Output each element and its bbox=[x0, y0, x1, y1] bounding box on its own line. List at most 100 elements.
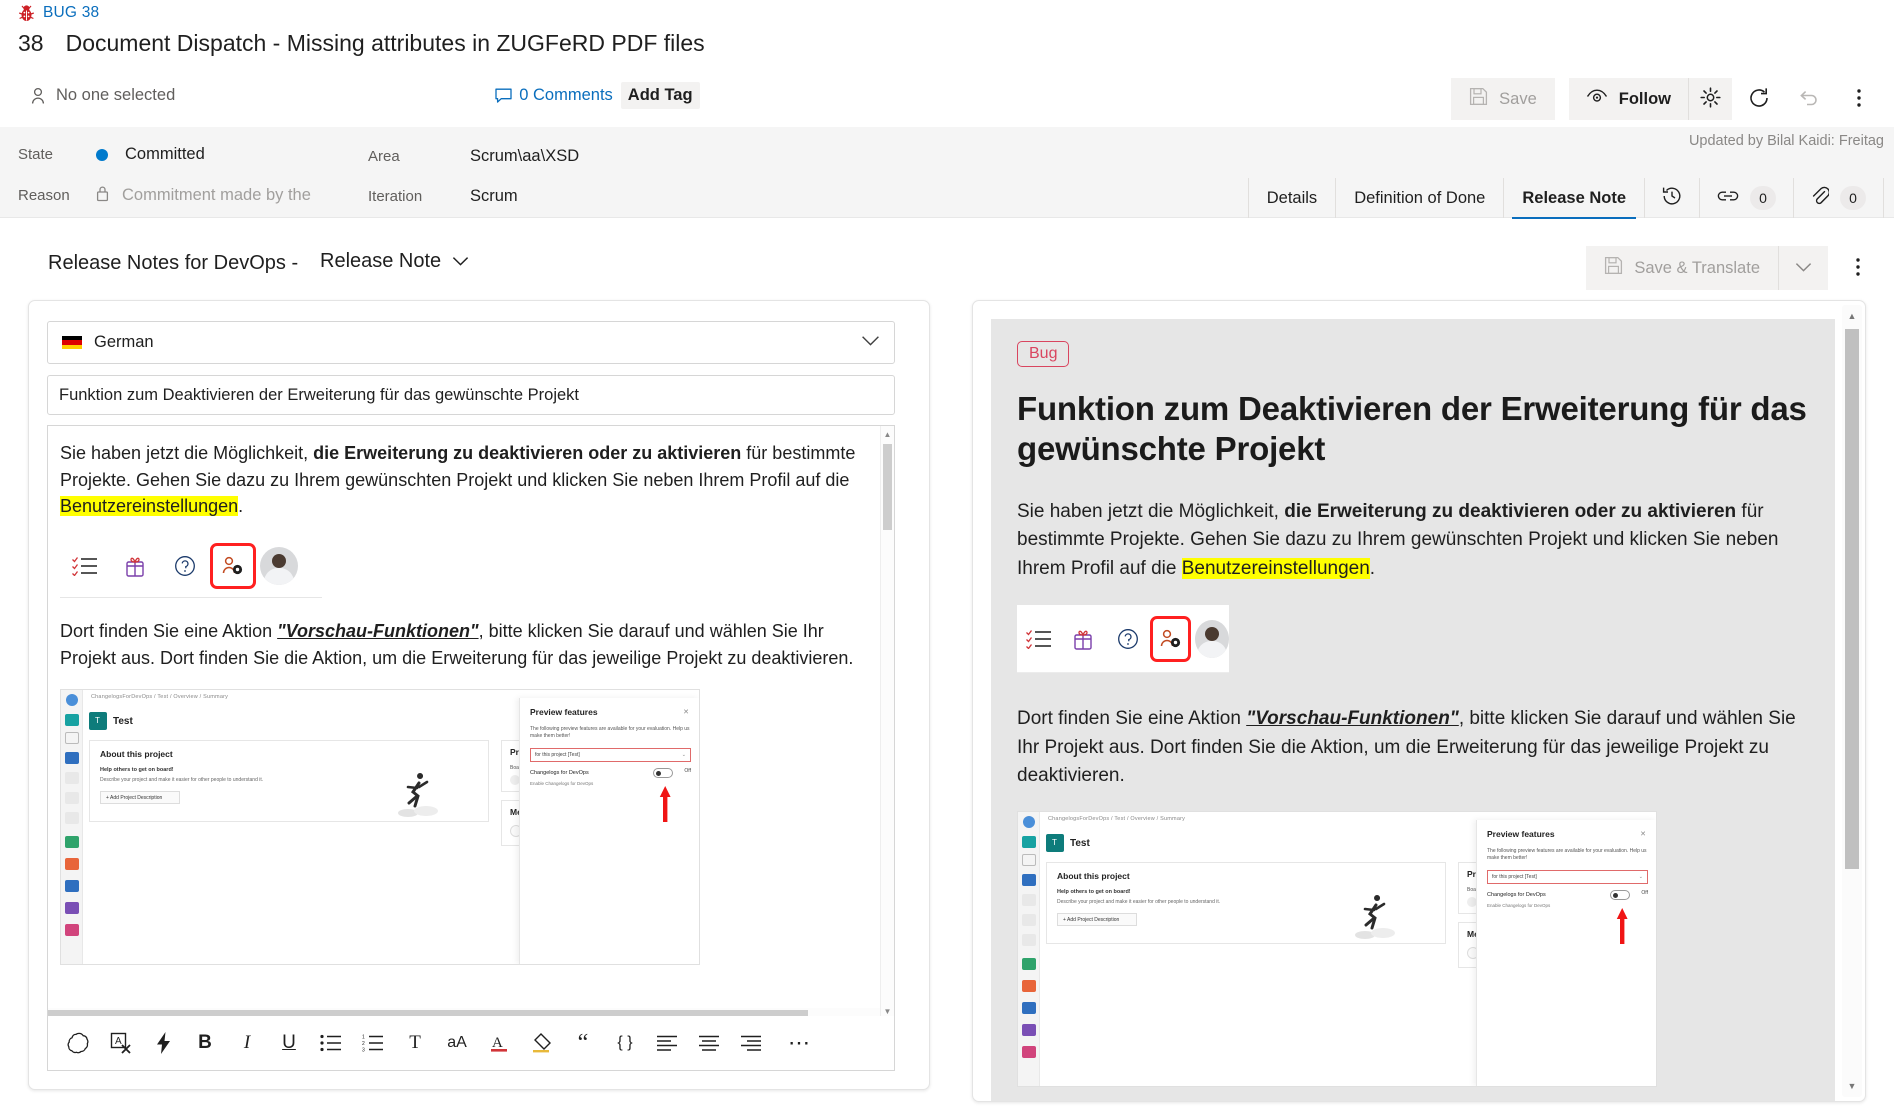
panel-close-icon: ✕ bbox=[1640, 830, 1646, 838]
pv-p2-link[interactable]: "Vorschau-Funktionen" bbox=[1246, 708, 1459, 729]
p1-bold: die Erweiterung zu deaktivieren oder zu … bbox=[313, 443, 741, 463]
screenshot-breadcrumb: ChangelogsForDevOps / Test / Overview / … bbox=[1048, 816, 1185, 822]
refresh-button[interactable] bbox=[1736, 78, 1782, 120]
panel-select-value: for this project [Test] bbox=[1492, 874, 1537, 880]
p1-part3: . bbox=[238, 496, 243, 516]
font-color-icon[interactable]: A bbox=[478, 1023, 520, 1063]
help-icon bbox=[160, 543, 210, 589]
preview-type-badge: Bug bbox=[1017, 341, 1069, 367]
preview-vertical-scrollbar[interactable]: ▲ ▼ bbox=[1842, 305, 1862, 1097]
align-center-icon[interactable] bbox=[688, 1023, 730, 1063]
tab-release-note[interactable]: Release Note bbox=[1503, 178, 1644, 218]
svg-text:2: 2 bbox=[362, 1041, 365, 1047]
comments-link[interactable]: 0 Comments bbox=[495, 86, 613, 105]
translate-icon[interactable]: A bbox=[100, 1023, 142, 1063]
panel-description: The following preview features are avail… bbox=[530, 726, 691, 741]
pv-p2-part1: Dort finden Sie eine Aktion bbox=[1017, 708, 1246, 729]
p2-link[interactable]: "Vorschau-Funktionen" bbox=[277, 621, 478, 641]
panel-feature-sub: Enable Changelogs for DevOps bbox=[1487, 903, 1550, 908]
panel-title: Preview features bbox=[530, 707, 598, 717]
iteration-field-value[interactable]: Scrum bbox=[470, 187, 518, 206]
numbered-list-icon[interactable]: 123 bbox=[352, 1023, 394, 1063]
panel-project-select: for this project [Test]⌄ bbox=[530, 748, 691, 762]
more-options-icon[interactable]: ⋯ bbox=[778, 1023, 820, 1063]
p1-highlight: Benutzereinstellungen bbox=[60, 496, 238, 516]
tab-history[interactable] bbox=[1644, 178, 1699, 218]
rich-text-editor[interactable]: Sie haben jetzt die Möglichkeit, die Erw… bbox=[47, 425, 895, 1020]
preview-content: Bug Funktion zum Deaktivieren der Erweit… bbox=[991, 319, 1835, 1101]
user-settings-icon-highlighted bbox=[210, 543, 256, 589]
save-button-label: Save bbox=[1499, 90, 1537, 109]
area-field-label: Area bbox=[368, 148, 446, 165]
bold-icon[interactable]: B bbox=[184, 1023, 226, 1063]
state-field-value[interactable]: Committed bbox=[125, 145, 205, 164]
underline-icon[interactable]: U bbox=[268, 1023, 310, 1063]
area-field-value[interactable]: Scrum\aa\XSD bbox=[470, 147, 579, 166]
screenshot-sidebar-rail bbox=[61, 690, 83, 964]
tab-definition-of-done[interactable]: Definition of Done bbox=[1335, 178, 1503, 218]
scroll-down-arrow-icon[interactable]: ▼ bbox=[1842, 1075, 1862, 1097]
help-icon bbox=[1106, 616, 1150, 662]
tab-links[interactable]: 0 bbox=[1699, 178, 1793, 218]
font-size-icon[interactable]: aA bbox=[436, 1023, 478, 1063]
work-item-title-row: 38 Document Dispatch - Missing attribute… bbox=[18, 30, 705, 57]
more-options-button[interactable] bbox=[1836, 78, 1882, 120]
editor-vertical-scrollbar[interactable]: ▲ ▼ bbox=[880, 426, 894, 1019]
link-icon bbox=[1717, 189, 1739, 208]
preview-scroll-thumb[interactable] bbox=[1845, 329, 1859, 869]
scroll-up-arrow-icon[interactable]: ▲ bbox=[881, 426, 894, 442]
quote-icon[interactable]: “ bbox=[562, 1023, 604, 1063]
tab-attachments[interactable]: 0 bbox=[1793, 178, 1884, 218]
avatar bbox=[1195, 620, 1229, 658]
save-button[interactable]: Save bbox=[1451, 78, 1555, 120]
work-item-header: BUG 38 38 Document Dispatch - Missing at… bbox=[0, 0, 1894, 127]
comment-icon bbox=[495, 88, 512, 104]
follow-button[interactable]: Follow bbox=[1569, 78, 1688, 120]
reason-field-value: Commitment made by the bbox=[122, 186, 311, 205]
work-item-type-label[interactable]: BUG 38 bbox=[43, 4, 99, 22]
links-count: 0 bbox=[1750, 186, 1776, 210]
ai-assistant-icon[interactable] bbox=[58, 1023, 100, 1063]
undo-button[interactable] bbox=[1786, 78, 1832, 120]
add-tag-button[interactable]: Add Tag bbox=[621, 82, 700, 109]
project-initial: T bbox=[95, 716, 100, 725]
scroll-up-arrow-icon[interactable]: ▲ bbox=[1842, 305, 1862, 327]
panel-select-value: for this project [Test] bbox=[535, 752, 580, 758]
settings-button[interactable] bbox=[1688, 78, 1732, 120]
attachments-count: 0 bbox=[1840, 186, 1866, 210]
save-translate-dropdown-button[interactable] bbox=[1778, 246, 1828, 290]
add-project-description-button: + Add Project Description bbox=[1057, 913, 1137, 926]
tab-details[interactable]: Details bbox=[1248, 178, 1335, 218]
work-item-title[interactable]: Document Dispatch - Missing attributes i… bbox=[66, 30, 705, 57]
release-note-section-dropdown[interactable]: Release Note bbox=[320, 250, 469, 273]
align-left-icon[interactable] bbox=[646, 1023, 688, 1063]
pv-p1-part3: . bbox=[1370, 558, 1375, 579]
save-translate-button[interactable]: Save & Translate bbox=[1586, 246, 1778, 290]
iteration-field-row: Iteration Scrum bbox=[368, 187, 518, 206]
text-style-icon[interactable]: T bbox=[394, 1023, 436, 1063]
save-icon bbox=[1469, 87, 1488, 111]
release-note-section-label: Release Note bbox=[320, 250, 441, 273]
about-sub: Help others to get on board! bbox=[1057, 889, 1131, 895]
assigned-to-field[interactable]: No one selected bbox=[30, 86, 175, 105]
svg-text:A: A bbox=[115, 1036, 122, 1047]
release-note-more-button[interactable] bbox=[1836, 246, 1880, 290]
checklist-icon bbox=[60, 543, 110, 589]
preview-paragraph-2: Dort finden Sie eine Aktion "Vorschau-Fu… bbox=[1017, 705, 1809, 791]
italic-icon[interactable]: I bbox=[226, 1023, 268, 1063]
editor-content[interactable]: Sie haben jetzt die Möglichkeit, die Erw… bbox=[48, 426, 880, 1019]
align-right-icon[interactable] bbox=[730, 1023, 772, 1063]
work-item-subheader: No one selected 0 Comments Add Tag bbox=[30, 82, 700, 109]
clear-format-icon[interactable] bbox=[520, 1023, 562, 1063]
release-note-title-input[interactable]: Funktion zum Deaktivieren der Erweiterun… bbox=[47, 375, 895, 415]
editor-scroll-thumb[interactable] bbox=[883, 444, 892, 530]
add-project-description-button: + Add Project Description bbox=[100, 791, 180, 804]
release-note-actions: Save & Translate bbox=[1586, 246, 1880, 290]
panel-feature-label: Changelogs for DevOps bbox=[1487, 892, 1546, 898]
code-icon[interactable]: { } bbox=[604, 1023, 646, 1063]
bullet-list-icon[interactable] bbox=[310, 1023, 352, 1063]
runner-illustration bbox=[1347, 895, 1403, 941]
lightning-icon[interactable] bbox=[142, 1023, 184, 1063]
screenshot-preview-features-panel: Preview features ✕ The following preview… bbox=[1476, 820, 1656, 1086]
language-select[interactable]: German bbox=[47, 321, 895, 364]
